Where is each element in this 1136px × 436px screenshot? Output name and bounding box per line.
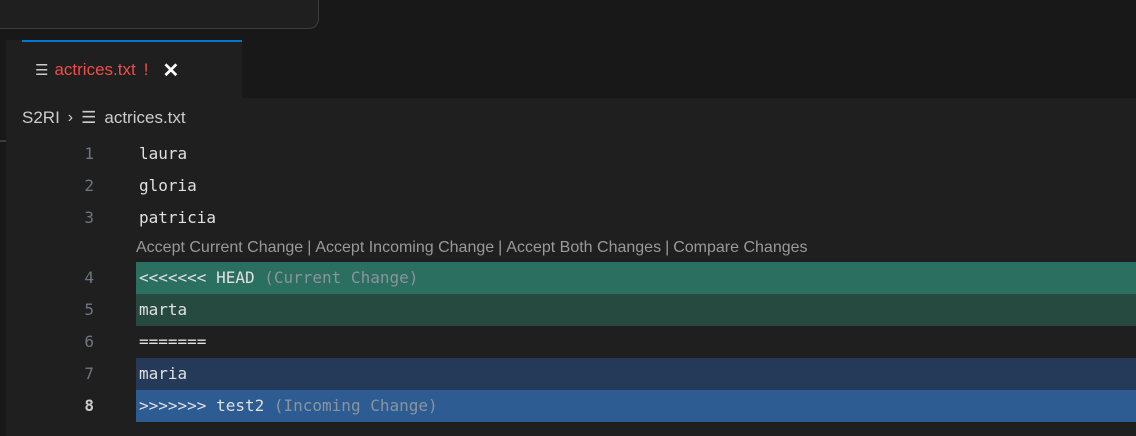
line-text: >>>>>>> test2 — [139, 396, 265, 415]
breadcrumb: S2RI › ☰ actrices.txt — [22, 100, 186, 136]
line-number: 3 — [84, 208, 94, 227]
codelens-separator: | — [498, 239, 503, 256]
code-line: 1 laura — [22, 138, 1136, 170]
code-line: 8 >>>>>>> test2 (Incoming Change) — [22, 390, 1136, 422]
line-text: <<<<<<< HEAD — [139, 268, 255, 287]
tab-actrices[interactable]: ☰ actrices.txt ! ✕ — [22, 40, 242, 98]
file-lines-icon: ☰ — [81, 108, 97, 127]
breadcrumb-file[interactable]: actrices.txt — [104, 108, 185, 128]
line-number: 7 — [84, 364, 94, 383]
line-number: 8 — [84, 396, 94, 415]
line-text[interactable]: patricia — [136, 202, 1136, 234]
editor[interactable]: 1 laura 2 gloria 3 patricia Accept Curre… — [22, 138, 1136, 422]
activity-edge — [0, 40, 6, 436]
code-line: 6 ======= — [22, 326, 1136, 358]
line-number: 1 — [84, 144, 94, 163]
current-change-marker[interactable]: <<<<<<< HEAD (Current Change) — [136, 262, 1136, 294]
code-line: 5 marta — [22, 294, 1136, 326]
line-number: 6 — [84, 332, 94, 351]
activity-divider — [0, 140, 6, 142]
accept-incoming-change-button[interactable]: Accept Incoming Change — [315, 239, 494, 256]
code-line: 7 maria — [22, 358, 1136, 390]
conflict-indicator: ! — [143, 60, 149, 79]
chevron-right-icon: › — [67, 109, 74, 126]
current-change-label: (Current Change) — [264, 268, 419, 287]
merge-codelens: Accept Current Change | Accept Incoming Ch… — [22, 234, 1136, 262]
line-text[interactable]: marta — [136, 294, 1136, 326]
line-text[interactable]: gloria — [136, 170, 1136, 202]
code-line: 4 <<<<<<< HEAD (Current Change) — [22, 262, 1136, 294]
line-number: 5 — [84, 300, 94, 319]
tab-label: actrices.txt — [54, 60, 136, 79]
file-lines-icon: ☰ — [35, 62, 49, 79]
incoming-change-marker[interactable]: >>>>>>> test2 (Incoming Change) — [136, 390, 1136, 422]
conflict-separator[interactable]: ======= — [136, 326, 1136, 358]
accept-both-changes-button[interactable]: Accept Both Changes — [506, 239, 661, 256]
tab-bar: ☰ actrices.txt ! ✕ — [22, 40, 1136, 98]
incoming-change-label: (Incoming Change) — [273, 396, 438, 415]
line-number: 4 — [84, 268, 94, 287]
line-number: 2 — [84, 176, 94, 195]
accept-current-change-button[interactable]: Accept Current Change — [136, 239, 303, 256]
line-text[interactable]: maria — [136, 358, 1136, 390]
line-text[interactable]: laura — [136, 138, 1136, 170]
code-line: 3 patricia — [22, 202, 1136, 234]
code-line: 2 gloria — [22, 170, 1136, 202]
compare-changes-button[interactable]: Compare Changes — [673, 239, 807, 256]
close-icon[interactable]: ✕ — [162, 58, 179, 83]
top-panel — [0, 0, 319, 29]
codelens-separator: | — [665, 239, 670, 256]
codelens-separator: | — [307, 239, 312, 256]
breadcrumb-folder[interactable]: S2RI — [22, 108, 60, 128]
